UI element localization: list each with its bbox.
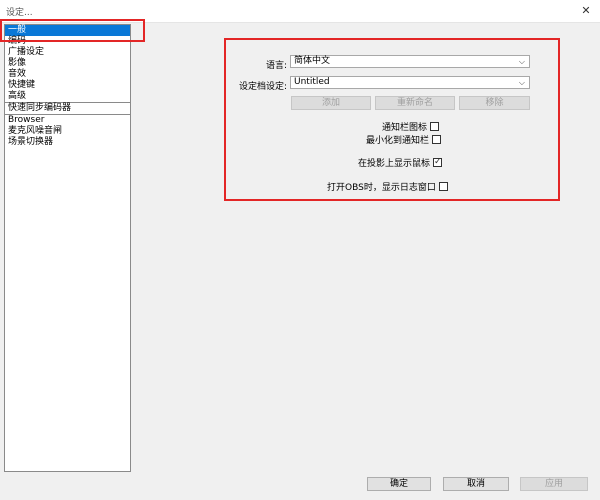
minimize-tray-row[interactable]: 最小化到通知栏 [366,133,442,146]
sidebar-item-scene-switcher[interactable]: 场景切换器 [5,137,130,148]
rename-profile-button[interactable]: 重新命名 [375,96,455,110]
show-cursor-row[interactable]: 在投影上显示鼠标 ✓ [358,156,443,169]
show-cursor-checkbox[interactable]: ✓ [433,157,443,167]
cancel-button[interactable]: 取消 [443,477,509,491]
chevron-down-icon: ⌵ [518,57,525,66]
ok-button[interactable]: 确定 [367,477,431,491]
tray-icon-row[interactable]: 通知栏图标 [382,120,440,133]
window-title: 设定... [6,8,33,18]
remove-profile-button[interactable]: 移除 [459,96,530,110]
minimize-tray-checkbox[interactable] [432,135,442,144]
language-select[interactable]: 简体中文 ⌵ [290,55,530,68]
profile-select[interactable]: Untitled ⌵ [290,76,530,89]
profile-value: Untitled [294,77,330,87]
sidebar-item-browser[interactable]: Browser [5,115,130,126]
show-log-checkbox[interactable] [438,182,448,191]
sidebar-item-general[interactable]: 一般 [5,25,130,36]
close-icon[interactable]: ✕ [578,3,594,19]
sidebar-item-encoding[interactable]: 编码 [5,36,130,47]
sidebar-item-broadcast[interactable]: 广播设定 [5,47,130,58]
language-label: 语言: [265,61,287,71]
profile-label: 设定档设定: [238,82,287,92]
check-icon: ✓ [434,157,442,167]
add-profile-button[interactable]: 添加 [291,96,371,110]
sidebar-item-hotkeys[interactable]: 快捷键 [5,80,130,91]
sidebar-item-noise-gate[interactable]: 麦克风噪音闸 [5,126,130,137]
minimize-tray-label: 最小化到通知栏 [366,136,430,146]
show-cursor-label: 在投影上显示鼠标 [358,159,431,169]
show-log-row[interactable]: 打开OBS时，显示日志窗口 [327,180,448,193]
language-value: 简体中文 [294,56,331,66]
sidebar-item-audio[interactable]: 音效 [5,69,130,80]
chevron-down-icon: ⌵ [518,78,525,87]
settings-category-list[interactable]: 一般 编码 广播设定 影像 音效 快捷键 高级 快速同步编码器 Browser … [4,24,131,472]
sidebar-item-advanced[interactable]: 高级 [5,91,130,103]
show-log-label: 打开OBS时，显示日志窗口 [327,183,436,193]
tray-icon-label: 通知栏图标 [382,123,428,133]
sidebar-item-video[interactable]: 影像 [5,58,130,69]
sidebar-item-quicksync[interactable]: 快速同步编码器 [5,103,130,115]
tray-icon-checkbox[interactable] [430,122,440,131]
title-bar: 设定... ✕ [0,0,600,23]
apply-button[interactable]: 应用 [520,477,588,491]
